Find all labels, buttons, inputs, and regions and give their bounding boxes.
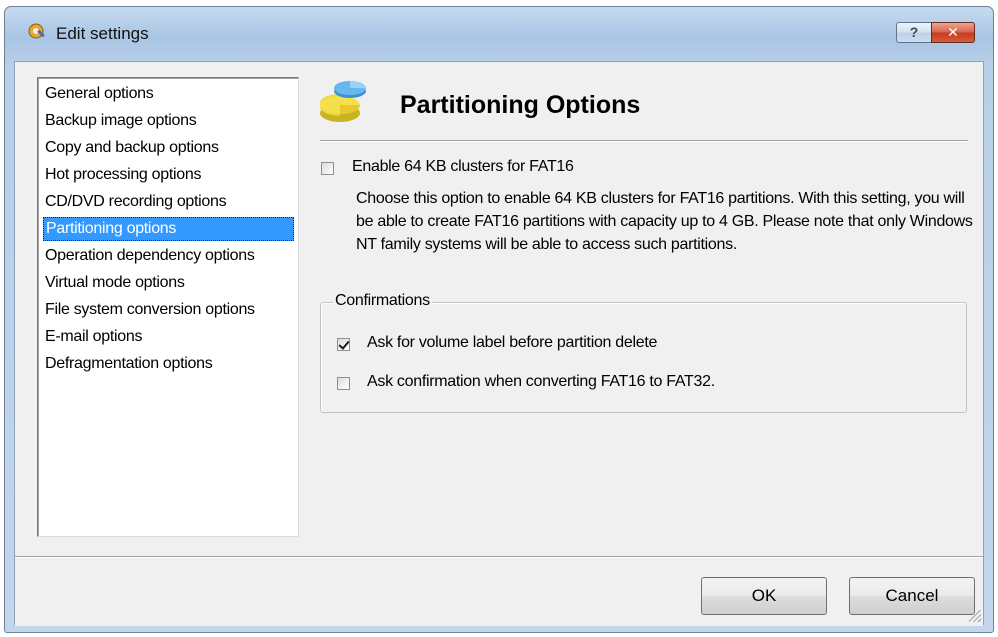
confirm-fat-conversion-label[interactable]: Ask confirmation when converting FAT16 t… (367, 373, 715, 391)
close-button[interactable]: ✕ (931, 22, 975, 43)
nav-item-backup-image[interactable]: Backup image options (43, 109, 198, 133)
confirm-fat-conversion-checkbox[interactable] (337, 377, 350, 390)
confirmations-group (320, 302, 967, 413)
fat16-clusters-description: Choose this option to enable 64 KB clust… (356, 190, 973, 253)
confirm-volume-label-label[interactable]: Ask for volume label before partition de… (367, 334, 657, 352)
nav-item-email[interactable]: E-mail options (43, 325, 144, 349)
fat16-clusters-label[interactable]: Enable 64 KB clusters for FAT16 (352, 158, 574, 176)
nav-item-defragmentation[interactable]: Defragmentation options (43, 352, 214, 376)
title-divider (320, 140, 968, 142)
confirm-volume-label-checkbox[interactable] (337, 338, 350, 351)
help-button[interactable]: ? (896, 22, 932, 43)
options-category-list[interactable]: General options Backup image options Cop… (37, 77, 299, 537)
confirmations-group-label: Confirmations (333, 292, 432, 310)
page-title: Partitioning Options (400, 91, 641, 119)
resize-grip-icon[interactable] (969, 610, 981, 622)
nav-item-cd-dvd-recording[interactable]: CD/DVD recording options (43, 190, 228, 214)
window-title: Edit settings (56, 24, 149, 43)
partition-pie-icon (320, 81, 366, 122)
nav-item-file-system-conversion[interactable]: File system conversion options (43, 298, 257, 322)
nav-item-partitioning[interactable]: Partitioning options (43, 217, 294, 241)
close-icon: ✕ (947, 24, 959, 40)
dialog-body: General options Backup image options Cop… (14, 61, 984, 626)
dialog-footer (15, 558, 983, 626)
ok-button[interactable]: OK (701, 577, 827, 615)
nav-item-hot-processing[interactable]: Hot processing options (43, 163, 203, 187)
settings-app-icon (28, 23, 45, 39)
nav-item-virtual-mode[interactable]: Virtual mode options (43, 271, 187, 295)
title-bar[interactable]: Edit settings ? ✕ (5, 7, 993, 62)
fat16-clusters-checkbox[interactable] (321, 162, 334, 175)
nav-item-general[interactable]: General options (43, 82, 155, 106)
cancel-button[interactable]: Cancel (849, 577, 975, 615)
nav-item-operation-dependency[interactable]: Operation dependency options (43, 244, 257, 268)
nav-item-copy-backup[interactable]: Copy and backup options (43, 136, 221, 160)
edit-settings-window: Edit settings ? ✕ General options Backup… (4, 6, 994, 633)
